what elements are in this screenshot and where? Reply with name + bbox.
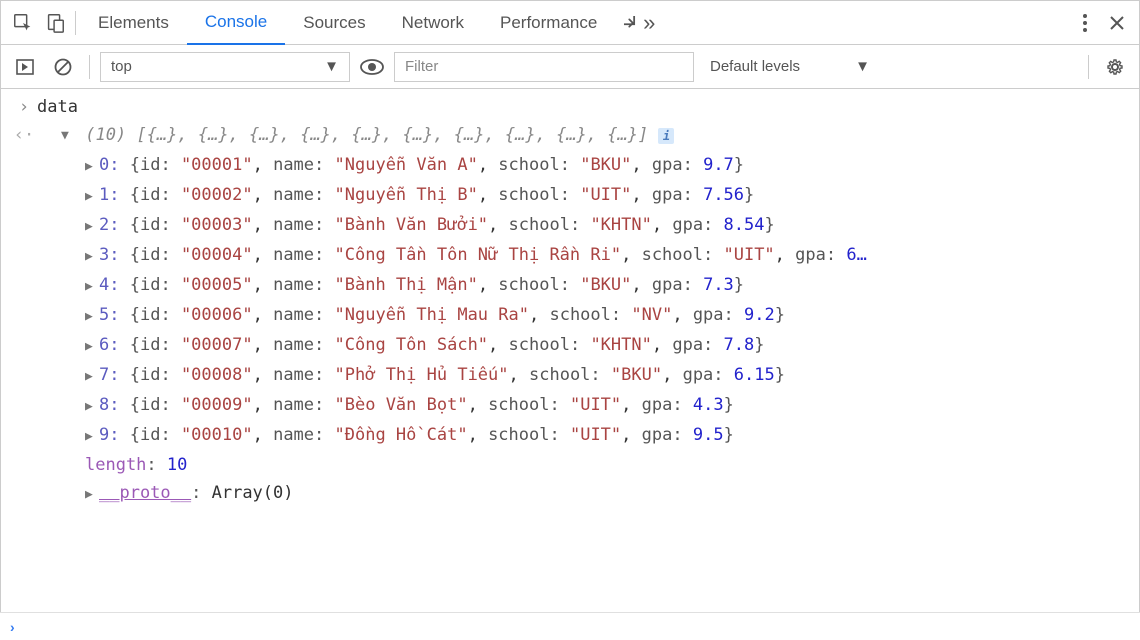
expand-triangle-icon: ▶ <box>85 303 99 331</box>
array-proto-row[interactable]: ▶__proto__: Array(0) <box>1 479 1139 509</box>
expand-triangle-icon: ▶ <box>85 393 99 421</box>
expand-triangle-icon: ▶ <box>85 243 99 271</box>
divider <box>89 55 90 79</box>
proto-value: Array(0) <box>212 483 294 503</box>
settings-gear-icon[interactable] <box>1099 51 1131 83</box>
console-prompt[interactable]: › <box>0 612 1140 640</box>
divider <box>75 11 76 35</box>
kebab-menu-icon[interactable] <box>1069 7 1101 39</box>
console-output: › data ‹· ▼ (10) [{…}, {…}, {…}, {…}, {…… <box>1 89 1139 595</box>
array-item-row[interactable]: ▶5: {id: "00006", name: "Nguyễn Thị Mau … <box>1 301 1139 331</box>
expand-triangle-icon: ▶ <box>85 183 99 211</box>
tab-performance[interactable]: Performance <box>482 1 615 45</box>
array-count: (10) <box>85 125 126 145</box>
console-result-summary[interactable]: ‹· ▼ (10) [{…}, {…}, {…}, {…}, {…}, {…},… <box>1 121 1139 151</box>
log-levels-selector[interactable]: Default levels ▼ <box>700 52 880 82</box>
info-badge-icon[interactable]: i <box>658 128 674 144</box>
chevron-down-icon: ▼ <box>855 58 870 75</box>
length-value: 10 <box>167 455 187 475</box>
array-item-row[interactable]: ▶7: {id: "00008", name: "Phở Thị Hủ Tiếu… <box>1 361 1139 391</box>
expand-triangle-icon: ▶ <box>85 481 99 509</box>
clear-console-icon[interactable] <box>47 51 79 83</box>
live-expression-icon[interactable] <box>356 51 388 83</box>
device-toolbar-icon[interactable] <box>39 7 71 39</box>
close-devtools-icon[interactable] <box>1101 7 1133 39</box>
inspect-element-icon[interactable] <box>7 7 39 39</box>
expand-triangle-icon: ▶ <box>85 363 99 391</box>
console-toolbar: top ▼ Default levels ▼ <box>1 45 1139 89</box>
expand-triangle-icon: ▶ <box>85 213 99 241</box>
input-caret-icon: › <box>19 93 29 121</box>
tab-network[interactable]: Network <box>384 1 482 45</box>
context-selector[interactable]: top ▼ <box>100 52 350 82</box>
array-item-row[interactable]: ▶8: {id: "00009", name: "Bèo Văn Bọt", s… <box>1 391 1139 421</box>
filter-input[interactable] <box>394 52 694 82</box>
output-caret-icon: ‹· <box>14 121 34 149</box>
array-item-row[interactable]: ▶3: {id: "00004", name: "Công Tần Tôn Nữ… <box>1 241 1139 271</box>
tab-sources[interactable]: Sources <box>285 1 383 45</box>
toggle-sidebar-icon[interactable] <box>9 51 41 83</box>
array-item-row[interactable]: ▶6: {id: "00007", name: "Công Tôn Sách",… <box>1 331 1139 361</box>
chevron-down-icon: ▼ <box>324 58 339 75</box>
array-item-row[interactable]: ▶2: {id: "00003", name: "Bành Văn Bưởi",… <box>1 211 1139 241</box>
context-label: top <box>111 58 132 75</box>
expand-triangle-icon: ▶ <box>85 153 99 181</box>
levels-label: Default levels <box>710 58 800 75</box>
array-item-row[interactable]: ▶1: {id: "00002", name: "Nguyễn Thị B", … <box>1 181 1139 211</box>
proto-key: __proto__ <box>99 483 191 503</box>
expand-triangle-icon: ▶ <box>85 333 99 361</box>
expand-triangle-icon: ▶ <box>85 423 99 451</box>
input-expression: data <box>37 97 78 117</box>
console-input-echo: › data <box>1 93 1139 121</box>
array-item-row[interactable]: ▶0: {id: "00001", name: "Nguyễn Văn A", … <box>1 151 1139 181</box>
array-item-row[interactable]: ▶4: {id: "00005", name: "Bành Thị Mận", … <box>1 271 1139 301</box>
collapse-triangle-icon: ▼ <box>61 122 75 150</box>
expand-triangle-icon: ▶ <box>85 273 99 301</box>
devtools-tabbar: Elements Console Sources Network Perform… <box>1 1 1139 45</box>
array-item-row[interactable]: ▶9: {id: "00010", name: "Đồng Hồ Cát", s… <box>1 421 1139 451</box>
prompt-caret-icon: › <box>10 619 15 635</box>
more-tabs-icon[interactable]: » <box>623 7 655 39</box>
array-length-row: length: 10 <box>1 451 1139 479</box>
divider <box>1088 55 1089 79</box>
length-key: length <box>85 455 146 475</box>
tab-console[interactable]: Console <box>187 1 285 45</box>
tab-elements[interactable]: Elements <box>80 1 187 45</box>
